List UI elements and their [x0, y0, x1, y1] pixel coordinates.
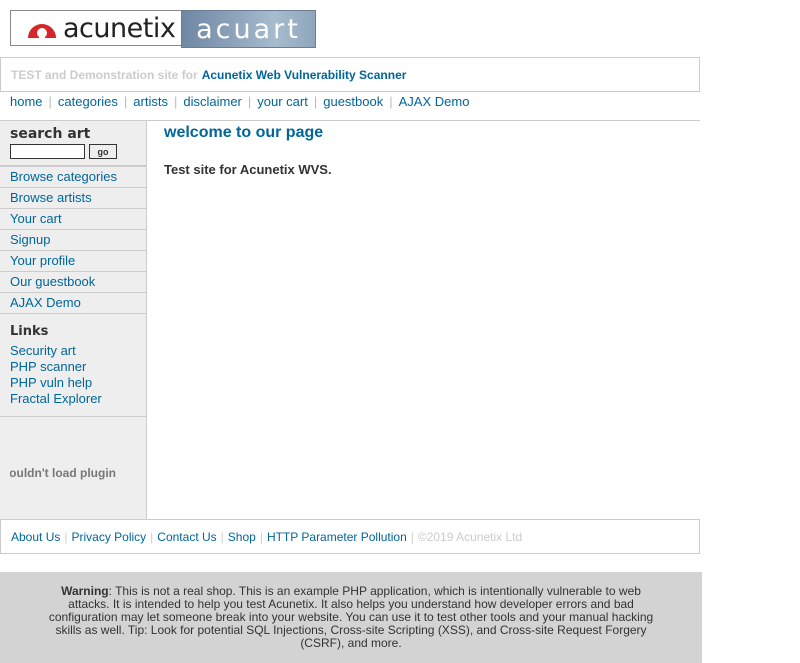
top-navigation: home | categories | artists | disclaimer | your … [10, 94, 469, 109]
footer-shop-link[interactable]: Shop [228, 530, 256, 544]
links-list: Security art PHP scanner PHP vuln help F… [10, 343, 102, 407]
nav-separator: | [389, 94, 393, 109]
sidebar-item-your-cart[interactable]: Your cart [0, 209, 146, 230]
nav-categories[interactable]: categories [58, 94, 118, 109]
nav-separator: | [173, 94, 178, 109]
footer-separator: | [150, 529, 154, 544]
acunetix-logo-icon [28, 24, 56, 39]
sidebar-item-our-guestbook[interactable]: Our guestbook [0, 272, 146, 293]
footer-separator: | [220, 529, 224, 544]
nav-separator: | [247, 94, 252, 109]
acuart-logo-text: acuart [196, 13, 301, 45]
nav-disclaimer[interactable]: disclaimer [183, 94, 242, 109]
link-php-scanner[interactable]: PHP scanner [10, 359, 102, 375]
warning-text: : This is not a real shop. This is an ex… [48, 584, 654, 650]
footer-separator: | [259, 529, 263, 544]
footer-about-us-link[interactable]: About Us [11, 530, 60, 544]
nav-separator: | [48, 94, 52, 109]
page-intro-text: Test site for Acunetix WVS. [164, 162, 332, 177]
search-go-button[interactable]: go [89, 144, 117, 159]
acunetix-logo[interactable]: acunetix [10, 10, 181, 46]
sidebar: search art go Browse categories Browse a… [0, 121, 147, 519]
nav-guestbook[interactable]: guestbook [323, 94, 383, 109]
sidebar-item-browse-artists[interactable]: Browse artists [0, 188, 146, 209]
nav-home[interactable]: home [10, 94, 43, 109]
sidebar-item-your-profile[interactable]: Your profile [0, 251, 146, 272]
acunetix-logo-text: acunetix [63, 12, 176, 44]
links-divider [0, 416, 146, 417]
sidebar-item-signup[interactable]: Signup [0, 230, 146, 251]
footer-separator: | [64, 529, 68, 544]
nav-your-cart[interactable]: your cart [257, 94, 308, 109]
footer-contact-us-link[interactable]: Contact Us [157, 530, 216, 544]
footer-copyright: ©2019 Acunetix Ltd [417, 529, 523, 544]
nav-separator: | [313, 94, 318, 109]
plugin-error-text: Couldn't load plugin [10, 466, 116, 480]
link-security-art[interactable]: Security art [10, 343, 102, 359]
nav-artists[interactable]: artists [133, 94, 168, 109]
sidebar-menu: Browse categories Browse artists Your ca… [0, 167, 146, 314]
footer-hpp-link[interactable]: HTTP Parameter Pollution [267, 530, 407, 544]
tagline-prefix: TEST and Demonstration site for [11, 67, 198, 82]
page-title: welcome to our page [164, 124, 324, 141]
sidebar-item-browse-categories[interactable]: Browse categories [0, 167, 146, 188]
link-fractal-explorer[interactable]: Fractal Explorer [10, 391, 102, 407]
acuart-logo[interactable]: acuart [181, 10, 316, 48]
footer-separator: | [410, 529, 414, 544]
footer: About Us | Privacy Policy | Contact Us | Shop |… [0, 519, 700, 554]
plugin-error-message: Couldn't load plugin [10, 466, 116, 480]
warning-label: Warning [61, 584, 109, 598]
masthead: acunetix acuart [10, 10, 316, 48]
links-heading: Links [10, 324, 49, 339]
link-php-vuln-help[interactable]: PHP vuln help [10, 375, 102, 391]
nav-separator: | [123, 94, 128, 109]
site-tagline: TEST and Demonstration site for Acunetix… [0, 57, 700, 92]
search-title: search art [10, 126, 91, 142]
nav-ajax-demo[interactable]: AJAX Demo [399, 94, 470, 109]
sidebar-item-ajax-demo[interactable]: AJAX Demo [0, 293, 146, 314]
warning-banner: Warning: This is not a real shop. This i… [0, 572, 702, 663]
footer-privacy-policy-link[interactable]: Privacy Policy [71, 530, 146, 544]
tagline-scanner-link[interactable]: Acunetix Web Vulnerability Scanner [202, 68, 407, 82]
search-input[interactable] [10, 144, 85, 159]
